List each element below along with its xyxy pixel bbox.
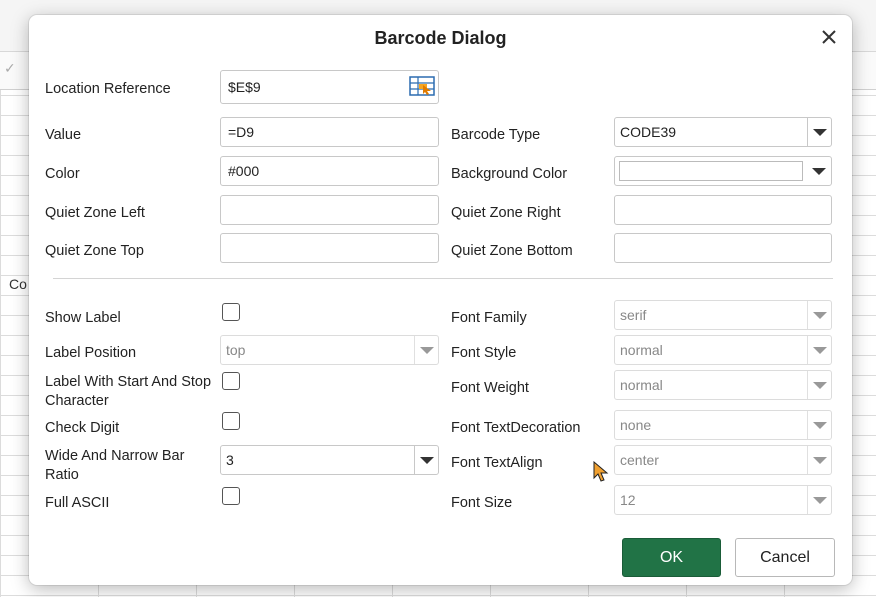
location-reference-input[interactable]: $E$9 xyxy=(220,70,439,104)
label-position-select[interactable]: top xyxy=(220,335,439,365)
quiet-zone-bottom-label: Quiet Zone Bottom xyxy=(451,243,573,259)
label-position-value: top xyxy=(226,342,246,358)
chevron-down-icon[interactable] xyxy=(807,486,831,514)
quiet-zone-right-input[interactable] xyxy=(614,195,832,225)
barcode-type-label: Barcode Type xyxy=(451,127,541,143)
show-label-label: Show Label xyxy=(45,310,121,326)
close-icon[interactable] xyxy=(817,25,841,49)
label-position-label: Label Position xyxy=(45,345,137,361)
dialog-title: Barcode Dialog xyxy=(374,28,507,48)
quiet-zone-bottom-input[interactable] xyxy=(614,233,832,263)
cancel-button[interactable]: Cancel xyxy=(735,538,835,577)
quiet-zone-top-label: Quiet Zone Top xyxy=(45,243,144,259)
chevron-down-icon[interactable] xyxy=(414,336,438,364)
wide-narrow-ratio-label-line2: Ratio xyxy=(45,467,79,483)
label-start-stop-label-line2: Character xyxy=(45,393,109,409)
full-ascii-checkbox[interactable] xyxy=(222,487,240,505)
chevron-down-icon[interactable] xyxy=(414,446,438,474)
check-digit-label: Check Digit xyxy=(45,420,120,436)
chevron-down-icon[interactable] xyxy=(807,118,831,146)
color-value: #000 xyxy=(228,163,260,179)
show-label-checkbox[interactable] xyxy=(222,303,240,321)
quiet-zone-left-input[interactable] xyxy=(220,195,439,225)
background-color-picker[interactable] xyxy=(614,156,832,186)
wide-narrow-ratio-label-line1: Wide And Narrow Bar xyxy=(45,448,185,464)
font-text-align-value: center xyxy=(620,452,659,468)
ok-button[interactable]: OK xyxy=(622,538,721,577)
full-ascii-label: Full ASCII xyxy=(45,495,110,511)
quiet-zone-left-label: Quiet Zone Left xyxy=(45,205,145,221)
label-start-stop-checkbox[interactable] xyxy=(222,372,240,390)
barcode-type-value: CODE39 xyxy=(620,124,677,140)
cell-text: Co xyxy=(9,276,27,292)
chevron-down-icon[interactable] xyxy=(807,371,831,399)
font-family-label: Font Family xyxy=(451,310,527,326)
wide-narrow-ratio-value: 3 xyxy=(226,452,234,468)
label-start-stop-label-line1: Label With Start And Stop xyxy=(45,374,212,390)
location-reference-value: $E$9 xyxy=(228,79,261,95)
barcode-type-select[interactable]: CODE39 xyxy=(614,117,832,147)
font-family-value: serif xyxy=(620,307,647,323)
chevron-down-icon[interactable] xyxy=(807,336,831,364)
chevron-down-icon[interactable] xyxy=(807,301,831,329)
font-style-value: normal xyxy=(620,342,663,358)
quiet-zone-top-input[interactable] xyxy=(220,233,439,263)
background-color-label: Background Color xyxy=(451,166,568,182)
check-icon: ✓ xyxy=(4,60,16,76)
font-family-select[interactable]: serif xyxy=(614,300,832,330)
location-reference-label: Location Reference xyxy=(45,81,171,97)
barcode-dialog: Barcode Dialog Location Reference $E$9 V… xyxy=(29,15,852,585)
font-size-value: 12 xyxy=(620,492,636,508)
mouse-cursor-icon xyxy=(593,461,609,482)
range-select-icon[interactable] xyxy=(409,75,435,96)
value-label: Value xyxy=(45,127,82,143)
color-swatch xyxy=(619,161,803,181)
font-weight-value: normal xyxy=(620,377,663,393)
color-input[interactable]: #000 xyxy=(220,156,439,186)
chevron-down-icon[interactable] xyxy=(807,411,831,439)
font-style-label: Font Style xyxy=(451,345,517,361)
chevron-down-icon[interactable] xyxy=(807,446,831,474)
quiet-zone-right-label: Quiet Zone Right xyxy=(451,205,561,221)
font-text-decoration-select[interactable]: none xyxy=(614,410,832,440)
font-text-decoration-value: none xyxy=(620,417,652,433)
font-style-select[interactable]: normal xyxy=(614,335,832,365)
font-weight-select[interactable]: normal xyxy=(614,370,832,400)
font-size-label: Font Size xyxy=(451,495,513,511)
check-digit-checkbox[interactable] xyxy=(222,412,240,430)
chevron-down-icon[interactable] xyxy=(807,157,831,185)
section-divider xyxy=(53,278,833,279)
font-size-select[interactable]: 12 xyxy=(614,485,832,515)
wide-narrow-ratio-select[interactable]: 3 xyxy=(220,445,439,475)
font-text-align-label: Font TextAlign xyxy=(451,455,543,471)
value-input[interactable]: =D9 xyxy=(220,117,439,147)
font-text-decoration-label: Font TextDecoration xyxy=(451,420,581,436)
color-label: Color xyxy=(45,166,80,182)
value-text: =D9 xyxy=(228,124,255,140)
font-text-align-select[interactable]: center xyxy=(614,445,832,475)
font-weight-label: Font Weight xyxy=(451,380,529,396)
